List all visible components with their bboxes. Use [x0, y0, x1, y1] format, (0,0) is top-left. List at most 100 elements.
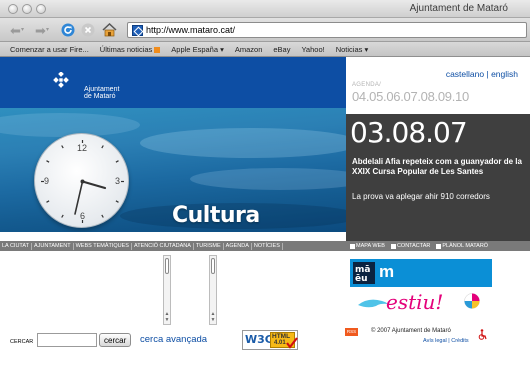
search-label: CERCAR — [10, 339, 34, 345]
home-icon — [101, 23, 117, 37]
reload-icon — [61, 23, 75, 37]
dolphin-icon — [358, 299, 388, 308]
estiu-banner[interactable]: estiu! — [350, 289, 492, 315]
clock-number-6: 6 — [80, 211, 86, 221]
bookmark-item[interactable]: Comenzar a usar Fire... — [10, 45, 89, 54]
frame-scrollbar-1[interactable]: ▲ ▼ — [163, 255, 171, 325]
scroll-thumb[interactable] — [211, 258, 215, 274]
legal-links: Avís legal | Crèdits — [423, 338, 469, 344]
utility-nav-label: MAPA WEB — [356, 243, 385, 249]
sidebar: castellano | english AGENDA/ 04.05.06.07… — [346, 57, 530, 241]
legal-notice-link[interactable]: Avís legal — [423, 338, 447, 344]
bookmarks-bar: Comenzar a usar Fire... Últimas noticias A… — [0, 42, 530, 57]
utility-nav-label: PLÀNOL MATARÓ — [442, 243, 489, 249]
w3c-html-badge[interactable]: W3C HTML 4.01 — [242, 330, 298, 350]
clock-number-12: 12 — [77, 143, 88, 153]
utility-nav-item[interactable]: MAPA WEB — [350, 243, 385, 249]
web-page: Ajuntament de Mataró 12 3 6 9 Cultura ca… — [0, 57, 530, 372]
frame-scrollbar-2[interactable]: ▲ ▼ — [209, 255, 217, 325]
music-logo: mā ēu — [353, 262, 375, 284]
nav-item[interactable]: AGENDA — [224, 242, 252, 250]
accessibility-icon[interactable] — [478, 329, 487, 340]
close-window-button[interactable] — [8, 4, 18, 14]
sidebar-top: castellano | english AGENDA/ 04.05.06.07… — [346, 57, 530, 114]
bookmark-label: Apple España ▾ — [171, 44, 224, 54]
scroll-thumb[interactable] — [165, 258, 169, 274]
bookmark-item[interactable]: Últimas noticias — [100, 45, 161, 54]
browser-toolbar: ⬅ ▾ ➡ ▾ http://www.mataro.cat/ — [0, 18, 530, 42]
music-banner[interactable]: mā ēu m — [350, 259, 492, 287]
nav-item[interactable]: TURISME — [194, 242, 224, 250]
utility-nav: MAPA WEB CONTACTAR PLÀNOL MATARÓ — [346, 241, 488, 251]
ajuntament-logo-icon[interactable] — [53, 72, 69, 88]
w3c-logo-text: W3C — [245, 333, 273, 346]
bookmark-item[interactable]: Amazon — [235, 45, 263, 54]
utility-nav-label: CONTACTAR — [396, 243, 431, 249]
nav-item[interactable]: WEBS TEMÀTIQUES — [74, 242, 132, 250]
checkmark-icon — [286, 337, 298, 349]
language-switcher: castellano | english — [446, 69, 518, 79]
logo-line-2: de Mataró — [84, 93, 116, 100]
news-date: 03.08.07 — [350, 116, 468, 149]
utility-nav-item[interactable]: PLÀNOL MATARÓ — [436, 243, 488, 249]
news-panel: 03.08.07 Abdelali Afia repeteix com a gu… — [346, 114, 530, 241]
music-banner-letter: m — [379, 262, 395, 281]
rss-icon — [154, 46, 161, 53]
credits-link[interactable]: Crèdits — [451, 338, 468, 344]
clock-number-3: 3 — [115, 176, 121, 186]
bookmark-item[interactable]: eBay — [273, 45, 290, 54]
agenda-dates[interactable]: 04.05.06.07.08.09.10 — [352, 89, 469, 104]
nav-item[interactable]: NOTÍCIES — [252, 242, 283, 250]
address-bar[interactable]: http://www.mataro.cat/ — [127, 22, 527, 38]
hero-title: Cultura — [172, 203, 260, 228]
lang-castellano-link[interactable]: castellano — [446, 69, 484, 79]
news-summary: La prova va aplegar ahir 910 corredors — [352, 192, 490, 201]
window-title: Ajuntament de Mataró — [409, 3, 508, 14]
reload-button[interactable] — [60, 22, 76, 38]
home-button[interactable] — [100, 22, 118, 38]
search-input[interactable] — [37, 333, 97, 347]
rss-feed-link[interactable]: RSS — [345, 328, 358, 336]
advanced-search-link[interactable]: cerca avançada — [140, 334, 207, 345]
stop-button[interactable] — [80, 22, 96, 38]
sitemap-icon — [350, 243, 355, 249]
address-url: http://www.mataro.cat/ — [146, 25, 236, 35]
scroll-down-arrow-icon[interactable]: ▼ — [164, 318, 170, 323]
forward-button[interactable]: ➡ ▾ — [31, 22, 53, 38]
back-dropdown-icon: ▾ — [20, 27, 24, 33]
forward-arrow-icon: ➡ — [35, 22, 46, 38]
minimize-window-button[interactable] — [22, 4, 32, 14]
bookmark-item[interactable]: Yahoo! — [301, 45, 324, 54]
agenda-label: AGENDA/ — [352, 82, 382, 88]
hero-banner[interactable]: 12 3 6 9 Cultura — [0, 108, 346, 232]
logo-wordmark[interactable]: Ajuntament de Mataró — [84, 86, 119, 100]
main-nav-items: LA CIUTAT AJUNTAMENT WEBS TEMÀTIQUES ATENCI… — [0, 241, 283, 251]
estiu-text: estiu! — [386, 290, 444, 314]
beach-ball-icon — [464, 293, 480, 309]
stop-icon — [81, 23, 95, 37]
lang-separator: | — [486, 69, 489, 79]
nav-item[interactable]: AJUNTAMENT — [32, 242, 74, 250]
scroll-down-arrow-icon[interactable]: ▼ — [210, 318, 216, 323]
clock-number-9: 9 — [44, 176, 50, 186]
bookmark-label: Yahoo! — [301, 44, 325, 54]
back-button[interactable]: ⬅ ▾ — [6, 22, 28, 38]
svg-text:ēu: ēu — [355, 274, 368, 283]
lang-english-link[interactable]: english — [491, 69, 518, 79]
bookmark-item[interactable]: Apple España ▾ — [171, 45, 224, 54]
bookmark-item[interactable]: Noticias ▾ — [336, 45, 369, 54]
news-headline-link[interactable]: Abdelali Afia repeteix com a guanyador d… — [352, 157, 522, 176]
logo-line-1: Ajuntament — [84, 86, 120, 93]
zoom-window-button[interactable] — [36, 4, 46, 14]
forward-dropdown-icon: ▾ — [45, 27, 49, 33]
nav-item[interactable]: LA CIUTAT — [0, 242, 32, 250]
clock-graphic: 12 3 6 9 — [34, 133, 129, 228]
site-favicon-icon — [132, 24, 143, 36]
legal-separator: | — [448, 338, 450, 344]
html-badge-version: 4.01 — [274, 340, 286, 346]
back-arrow-icon: ⬅ — [10, 22, 21, 38]
main-navigation: LA CIUTAT AJUNTAMENT WEBS TEMÀTIQUES ATENCI… — [0, 241, 530, 251]
search-button[interactable]: cercar — [99, 333, 132, 347]
utility-nav-item[interactable]: CONTACTAR — [390, 243, 431, 249]
nav-item[interactable]: ATENCIÓ CIUTADANA — [132, 242, 194, 250]
